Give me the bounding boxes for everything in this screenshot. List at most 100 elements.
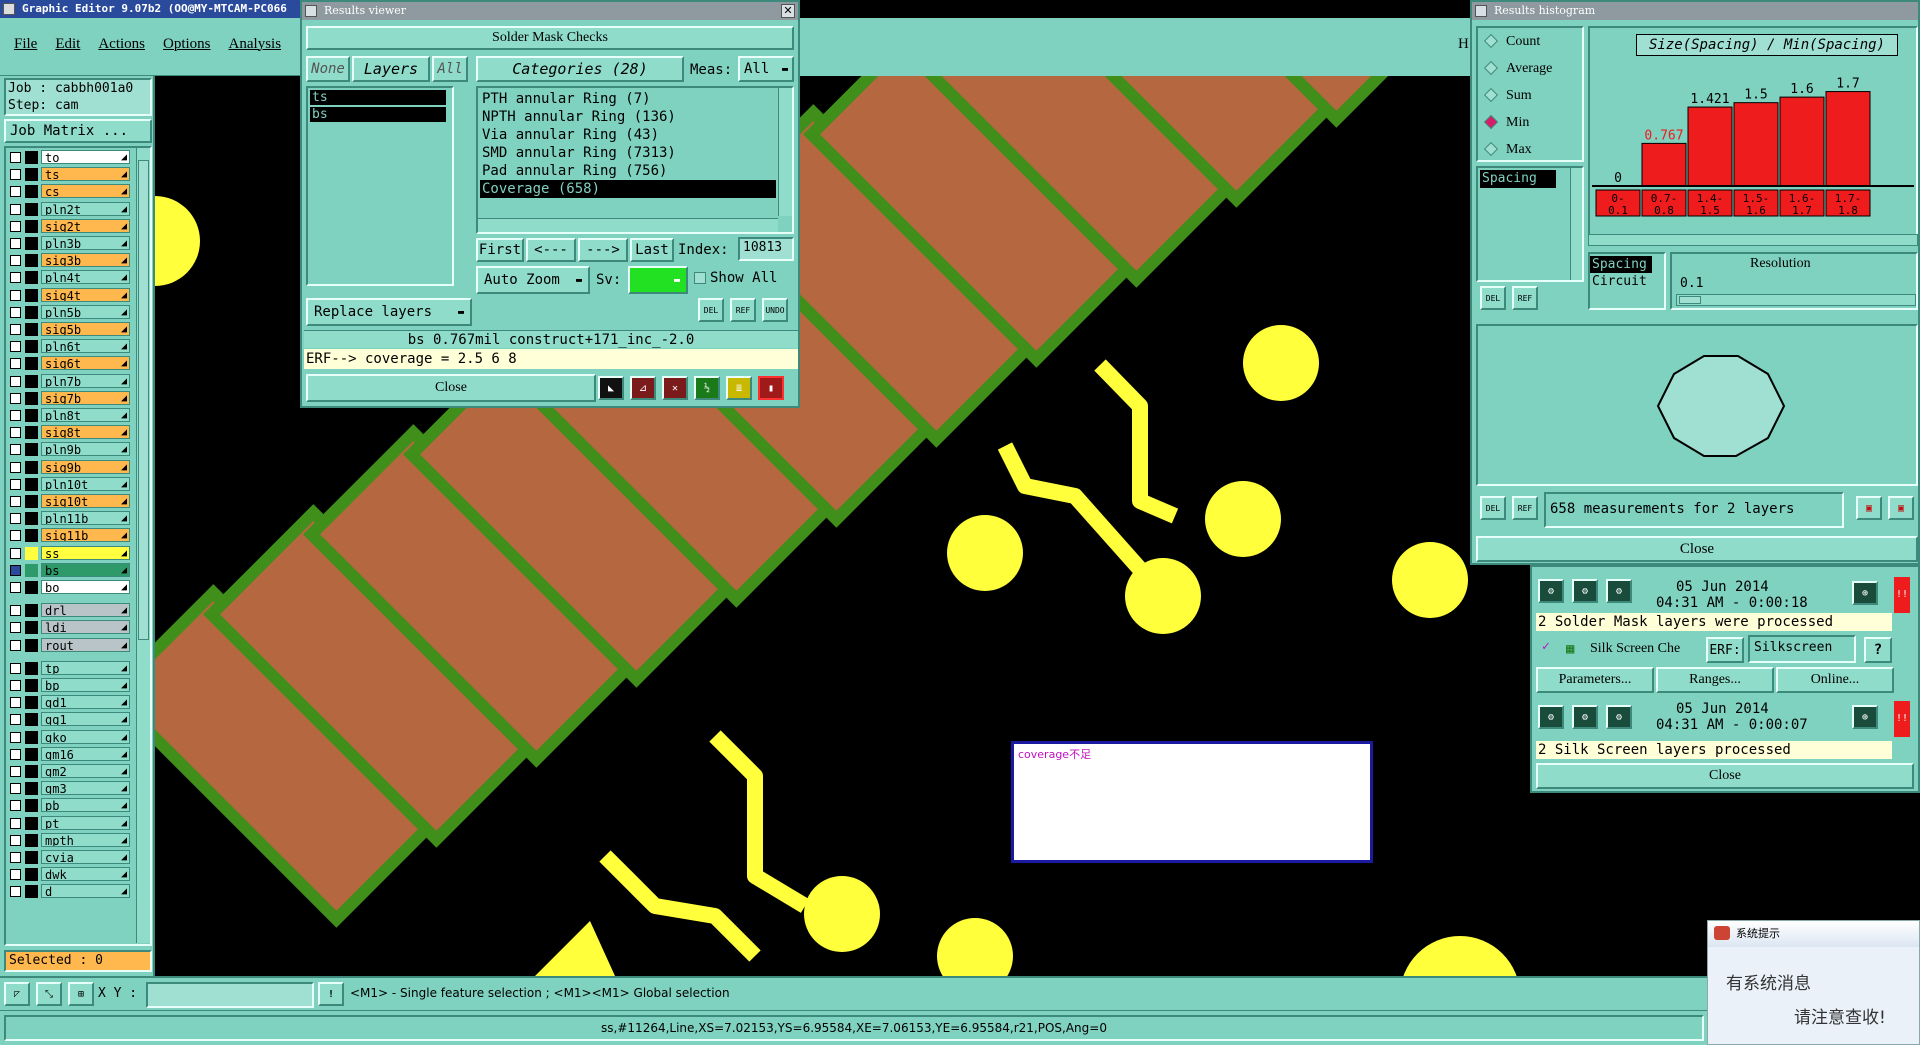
layer-checkbox[interactable] bbox=[10, 605, 21, 617]
layer-row[interactable]: pln8t ◢ bbox=[8, 408, 130, 423]
index-input[interactable]: 10813 bbox=[738, 237, 794, 261]
zoom-tool-icon[interactable]: ⤡ bbox=[36, 982, 62, 1006]
zoom-icon[interactable]: ⊕ bbox=[1852, 581, 1878, 605]
layer-checkbox[interactable] bbox=[10, 817, 21, 829]
layer-checkbox[interactable] bbox=[10, 852, 21, 863]
layer-name[interactable]: sig7b ◢ bbox=[41, 390, 130, 405]
layer-row[interactable]: ss ◢ bbox=[8, 545, 130, 561]
layer-row[interactable]: rout ◢ bbox=[8, 637, 130, 653]
show-all-checkbox[interactable] bbox=[694, 272, 706, 284]
layer-checkbox[interactable] bbox=[10, 639, 21, 651]
layer-checkbox[interactable] bbox=[10, 410, 21, 421]
layer-row[interactable]: sig5b ◢ bbox=[8, 322, 130, 337]
layer-row[interactable]: pln10t ◢ bbox=[8, 476, 130, 492]
menu-options[interactable]: Options bbox=[163, 36, 211, 53]
number-icon[interactable]: ½ bbox=[694, 376, 720, 400]
layer-name[interactable]: ts ◢ bbox=[41, 167, 130, 182]
layer-name[interactable]: bo ◢ bbox=[41, 580, 130, 594]
prev-button[interactable]: <--- bbox=[526, 238, 576, 262]
layer-checkbox[interactable] bbox=[10, 547, 21, 559]
layer-checkbox[interactable] bbox=[10, 783, 21, 795]
layer-name[interactable]: mpth ◢ bbox=[41, 832, 130, 847]
layer-name[interactable]: ldi ◢ bbox=[41, 620, 130, 635]
layer-checkbox[interactable] bbox=[10, 530, 21, 542]
layer-name[interactable]: cvia ◢ bbox=[41, 850, 130, 864]
spacing-circuit-list[interactable]: Spacing Circuit bbox=[1588, 252, 1666, 310]
layer-checkbox[interactable] bbox=[10, 766, 21, 777]
stat-option-sum[interactable]: Sum bbox=[1478, 82, 1582, 109]
layer-row[interactable]: pln11b ◢ bbox=[8, 511, 130, 526]
layer-checkbox[interactable] bbox=[10, 622, 21, 634]
layer-row[interactable]: tp ◢ bbox=[8, 660, 130, 676]
run-icon[interactable]: ⚙ bbox=[1572, 579, 1598, 603]
layer-checkbox[interactable] bbox=[10, 358, 21, 370]
layer-checkbox[interactable] bbox=[10, 496, 21, 507]
run-icon[interactable]: ⚙ bbox=[1538, 705, 1564, 729]
ref-button[interactable]: REF bbox=[1512, 286, 1538, 310]
layer-checkbox[interactable] bbox=[10, 152, 21, 163]
layer-row[interactable]: ldi ◢ bbox=[8, 620, 130, 635]
layer-row[interactable]: pln5b ◢ bbox=[8, 304, 130, 320]
layer-row[interactable]: d ◢ bbox=[8, 884, 130, 899]
list-item[interactable]: Pad annular Ring (756) bbox=[480, 162, 776, 180]
annotation-box[interactable]: coverage不足 bbox=[1011, 741, 1373, 863]
layer-name[interactable]: dwk ◢ bbox=[41, 867, 130, 882]
histogram-bar[interactable] bbox=[1687, 106, 1733, 187]
layer-row[interactable]: sig7b ◢ bbox=[8, 390, 130, 406]
layer-name[interactable]: pln7b ◢ bbox=[41, 373, 130, 388]
histogram-close-button[interactable]: Close bbox=[1476, 536, 1918, 562]
sv-color-dropdown[interactable]: ▬ bbox=[628, 266, 688, 294]
notification-popup[interactable]: 系统提示 有系统消息 请注意查收! bbox=[1707, 920, 1920, 1045]
layer-row[interactable]: cvia ◢ bbox=[8, 850, 130, 865]
stat-list[interactable]: Spacing bbox=[1476, 166, 1584, 282]
layer-row[interactable]: pb ◢ bbox=[8, 798, 130, 813]
category-hscrollbar[interactable] bbox=[478, 218, 778, 232]
layer-name[interactable]: gm2 ◢ bbox=[41, 764, 130, 778]
layer-name[interactable]: to ◢ bbox=[41, 150, 130, 164]
layer-name[interactable]: gm16 ◢ bbox=[41, 746, 130, 761]
layer-name[interactable]: tp ◢ bbox=[41, 660, 130, 675]
mark-icon[interactable]: ⊿ bbox=[630, 376, 656, 400]
auto-zoom-dropdown[interactable]: Auto Zoom ▬ bbox=[476, 266, 590, 294]
report-icon[interactable]: ≣ bbox=[726, 376, 752, 400]
layer-row[interactable]: pln2t ◢ bbox=[8, 201, 130, 217]
layer-checkbox[interactable] bbox=[10, 461, 21, 473]
layer-checkbox[interactable] bbox=[10, 513, 21, 525]
layer-name[interactable]: pln9b ◢ bbox=[41, 442, 130, 457]
layer-checkbox[interactable] bbox=[10, 375, 21, 387]
layer-checkbox[interactable] bbox=[10, 714, 21, 726]
layer-row[interactable]: pln6t ◢ bbox=[8, 339, 130, 354]
layer-checkbox[interactable] bbox=[10, 220, 21, 232]
layer-row[interactable]: pln7b ◢ bbox=[8, 373, 130, 389]
layer-row[interactable]: ts ◢ bbox=[8, 167, 130, 182]
layer-name[interactable]: pln2t ◢ bbox=[41, 201, 130, 216]
select-tool-icon[interactable]: ◸ bbox=[4, 982, 30, 1006]
window-menu-icon[interactable] bbox=[1475, 5, 1487, 17]
layer-row[interactable]: sig2t ◢ bbox=[8, 218, 130, 234]
list-item[interactable]: NPTH annular Ring (136) bbox=[480, 108, 776, 126]
stat-option-count[interactable]: Count bbox=[1478, 28, 1582, 55]
stat-option-average[interactable]: Average bbox=[1478, 55, 1582, 82]
histogram-bar[interactable] bbox=[1779, 96, 1825, 187]
layer-row[interactable]: gm2 ◢ bbox=[8, 764, 130, 779]
layer-name[interactable]: sig3b ◢ bbox=[41, 253, 130, 268]
del-button[interactable]: DEL bbox=[698, 298, 724, 322]
list-item[interactable]: Circuit bbox=[1590, 273, 1664, 290]
layer-checkbox[interactable] bbox=[10, 582, 21, 593]
layer-row[interactable]: mpth ◢ bbox=[8, 832, 130, 848]
layer-row[interactable]: sig10t ◢ bbox=[8, 494, 130, 509]
del-button[interactable]: DEL bbox=[1480, 286, 1506, 310]
layer-checkbox[interactable] bbox=[10, 800, 21, 812]
layer-row[interactable]: bo ◢ bbox=[8, 580, 130, 595]
layer-name[interactable]: sig6t ◢ bbox=[41, 356, 130, 371]
layer-name[interactable]: sig5b ◢ bbox=[41, 322, 130, 336]
layer-row[interactable]: bp ◢ bbox=[8, 678, 130, 693]
layer-checkbox[interactable] bbox=[10, 392, 21, 404]
layer-name[interactable]: pt ◢ bbox=[41, 815, 130, 830]
layer-checkbox[interactable] bbox=[10, 748, 21, 760]
layer-name[interactable]: gg1 ◢ bbox=[41, 712, 130, 727]
layer-checkbox[interactable] bbox=[10, 564, 21, 576]
layer-row[interactable]: sig11b ◢ bbox=[8, 528, 130, 543]
layer-name[interactable]: cs ◢ bbox=[41, 184, 130, 199]
layer-row[interactable]: bs ◢ bbox=[8, 562, 130, 578]
